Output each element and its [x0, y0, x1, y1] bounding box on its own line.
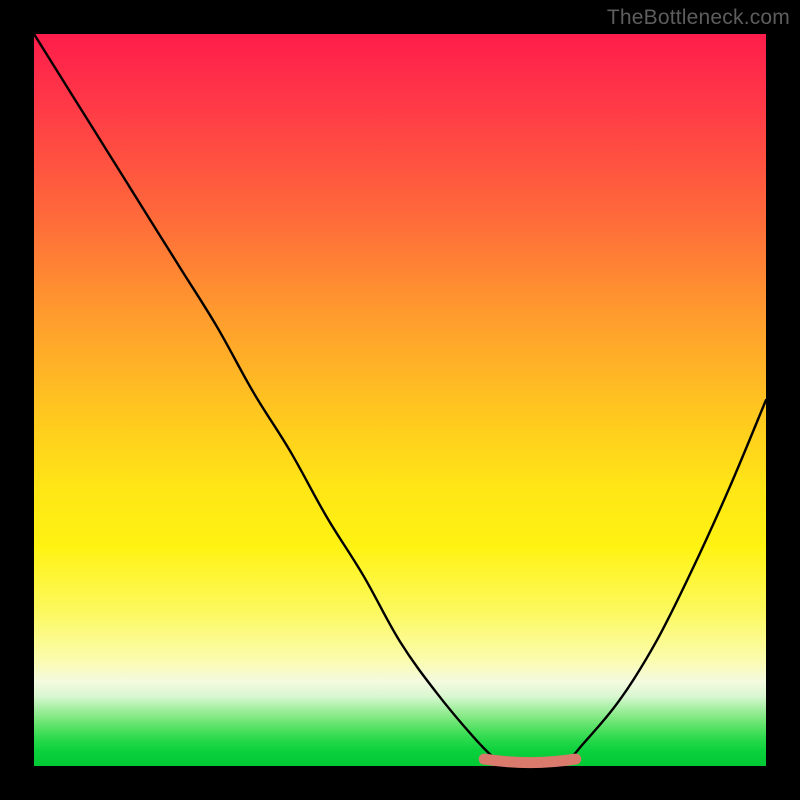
watermark-text: TheBottleneck.com [607, 6, 790, 30]
bottleneck-curve [34, 34, 766, 767]
plot-area [34, 34, 766, 766]
optimal-range-marker [484, 759, 576, 763]
bottleneck-curve-svg [34, 34, 766, 766]
chart-frame: TheBottleneck.com [0, 0, 800, 800]
